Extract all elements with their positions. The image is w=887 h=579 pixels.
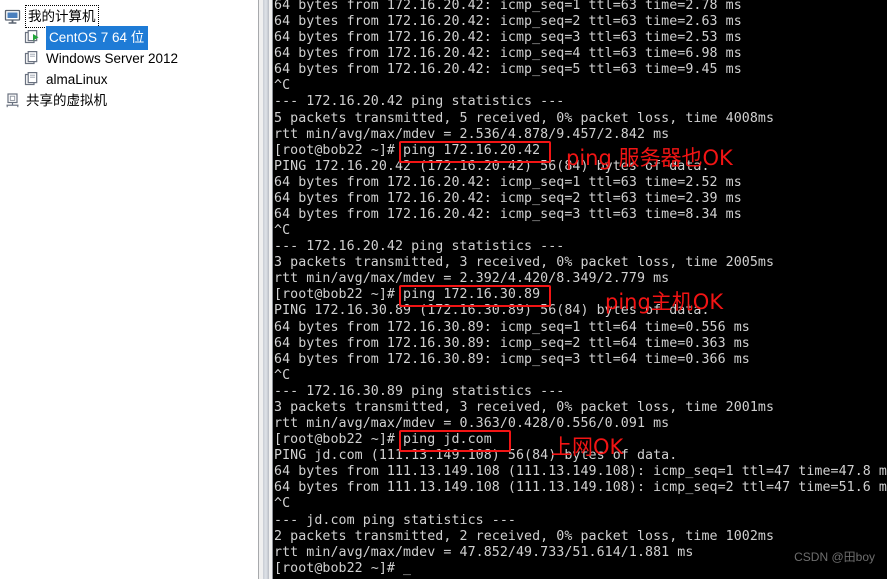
terminal-line: --- 172.16.20.42 ping statistics ---: [274, 94, 565, 110]
vm-icon: [24, 50, 41, 67]
terminal-line: 64 bytes from 172.16.20.42: icmp_seq=2 t…: [274, 190, 742, 206]
terminal-line: 3 packets transmitted, 3 received, 0% pa…: [274, 255, 775, 271]
terminal-line: 64 bytes from 172.16.20.42: icmp_seq=3 t…: [274, 30, 742, 46]
tree-item-shared-vms[interactable]: 共享的虚拟机: [0, 90, 258, 111]
window-border: [258, 0, 273, 579]
vm-library-sidebar: 我的计算机 CentOS 7 64 位 Windows Server 2012 …: [0, 0, 258, 579]
terminal-line: 64 bytes from 172.16.20.42: icmp_seq=3 t…: [274, 207, 742, 223]
terminal-line: --- jd.com ping statistics ---: [274, 512, 516, 528]
terminal-line: 64 bytes from 172.16.30.89: icmp_seq=3 t…: [274, 351, 750, 367]
computer-icon: [4, 8, 21, 25]
tree-item-vm-almalinux-label: almaLinux: [46, 72, 108, 87]
tree-item-vm-windows-server-label: Windows Server 2012: [46, 51, 179, 66]
terminal-line: 64 bytes from 111.13.149.108 (111.13.149…: [274, 464, 887, 480]
terminal-line: rtt min/avg/max/mdev = 0.363/0.428/0.556…: [274, 416, 670, 432]
terminal-line: 5 packets transmitted, 5 received, 0% pa…: [274, 110, 775, 126]
terminal-line: 64 bytes from 172.16.30.89: icmp_seq=1 t…: [274, 319, 750, 335]
terminal-line: 2 packets transmitted, 2 received, 0% pa…: [274, 528, 775, 544]
terminal-line: rtt min/avg/max/mdev = 2.536/4.878/9.457…: [274, 126, 670, 142]
terminal-line: --- 172.16.30.89 ping statistics ---: [274, 383, 565, 399]
border-bevel: [263, 0, 269, 579]
terminal-line: 64 bytes from 172.16.20.42: icmp_seq=1 t…: [274, 174, 742, 190]
vm-console-terminal[interactable]: 64 bytes from 172.16.20.42: icmp_seq=1 t…: [273, 0, 887, 579]
tree-item-vm-windows-server[interactable]: Windows Server 2012: [0, 48, 258, 69]
terminal-line: 64 bytes from 172.16.20.42: icmp_seq=2 t…: [274, 14, 742, 30]
terminal-line: ^C: [274, 78, 291, 94]
terminal-line: PING jd.com (111.13.149.108) 56(84) byte…: [274, 448, 678, 464]
terminal-line: ^C: [274, 496, 291, 512]
terminal-line: --- 172.16.20.42 ping statistics ---: [274, 239, 565, 255]
terminal-line: [root@bob22 ~]# ping jd.com: [274, 432, 492, 448]
tree-item-my-computer[interactable]: 我的计算机: [0, 5, 258, 28]
terminal-line: 64 bytes from 111.13.149.108 (111.13.149…: [274, 480, 887, 496]
terminal-line: 64 bytes from 172.16.20.42: icmp_seq=5 t…: [274, 62, 742, 78]
tree-item-shared-vms-label: 共享的虚拟机: [26, 93, 107, 108]
terminal-line: [root@bob22 ~]# ping 172.16.30.89: [274, 287, 541, 303]
terminal-line: rtt min/avg/max/mdev = 2.392/4.420/8.349…: [274, 271, 670, 287]
tree-item-vm-centos[interactable]: CentOS 7 64 位: [0, 25, 258, 50]
terminal-line: ^C: [274, 223, 291, 239]
terminal-output: 64 bytes from 172.16.20.42: icmp_seq=1 t…: [274, 0, 887, 577]
vm-icon: [24, 71, 41, 88]
border-outer-line: [258, 0, 259, 579]
vmware-workstation-window: 我的计算机 CentOS 7 64 位 Windows Server 2012 …: [0, 0, 887, 579]
watermark: CSDN @田boy: [794, 550, 875, 564]
terminal-line: 64 bytes from 172.16.30.89: icmp_seq=2 t…: [274, 335, 750, 351]
terminal-line: PING 172.16.30.89 (172.16.30.89) 56(84) …: [274, 303, 710, 319]
vm-running-icon: [24, 29, 41, 46]
terminal-line: PING 172.16.20.42 (172.16.20.42) 56(84) …: [274, 158, 710, 174]
terminal-line: [root@bob22 ~]# ping 172.16.20.42: [274, 142, 541, 158]
terminal-line: 64 bytes from 172.16.20.42: icmp_seq=4 t…: [274, 46, 742, 62]
terminal-line: 64 bytes from 172.16.20.42: icmp_seq=1 t…: [274, 0, 742, 13]
shared-vm-icon: [4, 92, 21, 109]
terminal-line: ^C: [274, 367, 291, 383]
tree-item-vm-centos-label: CentOS 7 64 位: [46, 25, 149, 50]
tree-item-my-computer-label: 我的计算机: [25, 5, 99, 28]
terminal-line: 3 packets transmitted, 3 received, 0% pa…: [274, 399, 775, 415]
tree-item-vm-almalinux[interactable]: almaLinux: [0, 69, 258, 90]
